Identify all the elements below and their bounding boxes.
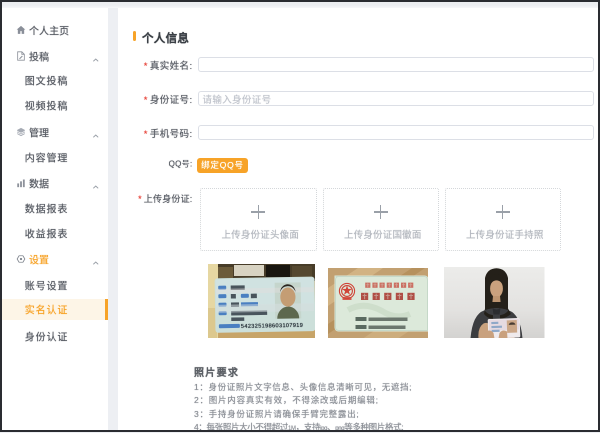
- svg-text:542325198603107919: 542325198603107919: [241, 323, 303, 330]
